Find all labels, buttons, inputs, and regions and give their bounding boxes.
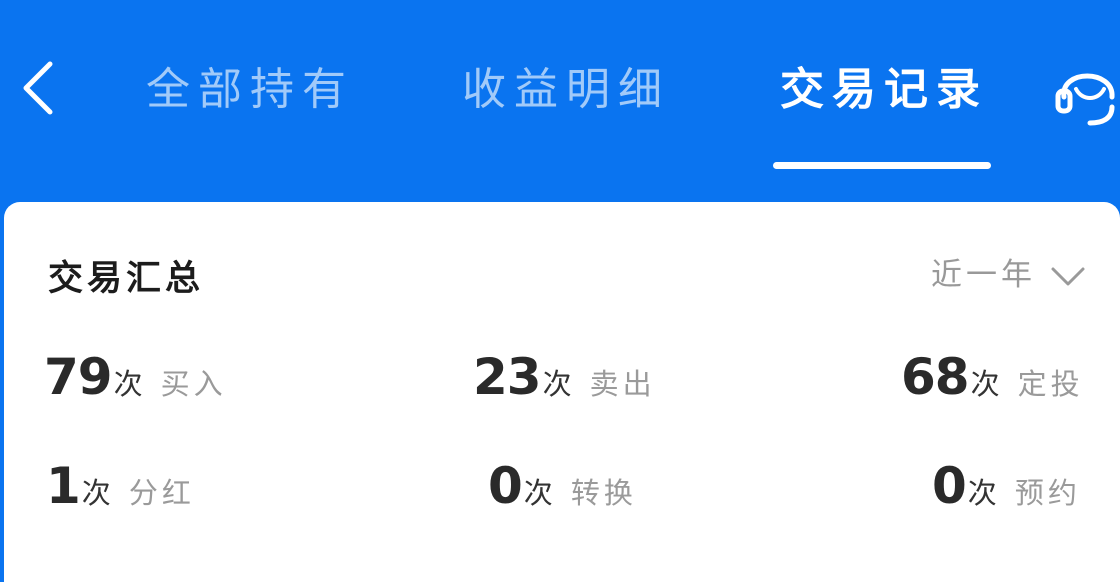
stat-label: 定投: [1017, 367, 1084, 401]
stat-unit: 次: [967, 476, 997, 510]
stat-conversion[interactable]: 0次 转换: [488, 457, 637, 515]
stat-count: 68: [901, 348, 970, 406]
period-label: 近一年: [931, 257, 1036, 293]
transaction-summary-card: 交易汇总 近一年 79次 买入 23次 卖出 68次 定投 1次 分红 0次 转换 0次预…: [4, 202, 1120, 582]
stat-auto-invest[interactable]: 68次 定投: [901, 348, 1084, 406]
stat-label: 卖出: [589, 367, 656, 401]
stat-label: 买入: [160, 367, 227, 401]
stat-dividend[interactable]: 1次 分红: [46, 457, 195, 515]
stat-unit: 次: [81, 476, 111, 510]
chevron-down-icon: [1051, 267, 1085, 285]
stat-unit: 次: [970, 367, 1000, 401]
stat-count: 1: [46, 457, 81, 515]
stat-label: 预约: [1014, 476, 1081, 510]
stat-count: 79: [44, 348, 113, 406]
tab-earnings-detail[interactable]: 收益明细: [462, 60, 670, 120]
stat-count: 23: [473, 348, 542, 406]
top-navigation-bar: 全部持有 收益明细 交易记录: [0, 0, 1120, 200]
stat-count: 0: [488, 457, 523, 515]
stat-label: 分红: [128, 476, 195, 510]
stat-label: 转换: [570, 476, 637, 510]
active-tab-indicator: [773, 162, 991, 169]
stat-count: 0: [932, 457, 967, 515]
back-icon[interactable]: [18, 58, 62, 118]
stat-unit: 次: [523, 476, 553, 510]
stat-unit: 次: [542, 367, 572, 401]
customer-service-icon[interactable]: [1054, 55, 1120, 129]
stat-buy[interactable]: 79次 买入: [44, 348, 227, 406]
tab-all-holdings[interactable]: 全部持有: [146, 60, 354, 120]
stat-unit: 次: [113, 367, 143, 401]
tab-transaction-records[interactable]: 交易记录: [780, 60, 988, 120]
period-selector[interactable]: 近一年: [931, 252, 1086, 298]
card-title: 交易汇总: [48, 259, 205, 299]
stat-sell[interactable]: 23次 卖出: [473, 348, 656, 406]
stat-reservation[interactable]: 0次 预约: [932, 457, 1081, 515]
